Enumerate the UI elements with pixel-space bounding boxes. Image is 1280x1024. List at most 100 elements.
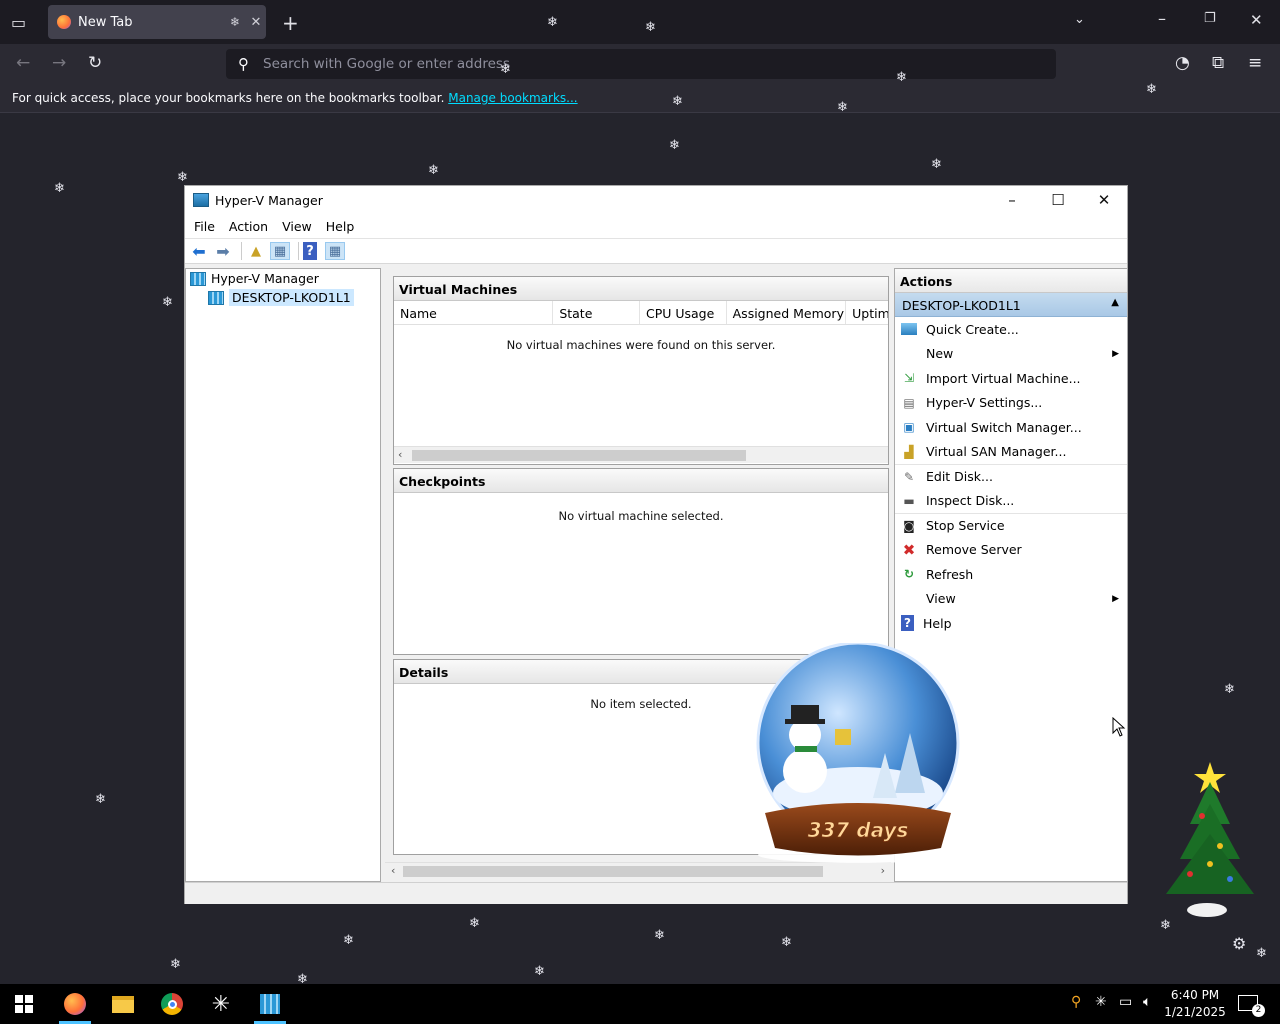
column-cpu-usage[interactable]: CPU Usage bbox=[640, 301, 727, 324]
action-import-vm[interactable]: ⇲ Import Virtual Machine... bbox=[895, 366, 1127, 391]
san-manager-icon: ▟ bbox=[904, 444, 914, 459]
chrome-icon bbox=[161, 993, 183, 1015]
taskbar-snow-app[interactable]: ✳ bbox=[201, 988, 241, 1020]
firefox-icon bbox=[64, 993, 86, 1015]
show-hide-tree-icon[interactable]: ▦ bbox=[270, 242, 290, 260]
bookmarks-toolbar: For quick access, place your bookmarks h… bbox=[0, 84, 1280, 113]
taskbar-chrome[interactable] bbox=[152, 988, 192, 1020]
restore-browser-icon[interactable]: ❐ bbox=[1204, 11, 1216, 26]
action-view[interactable]: View ▶ bbox=[895, 587, 1127, 612]
taskbar-hyperv-manager[interactable] bbox=[250, 988, 290, 1024]
snowflake-icon: ❄ bbox=[781, 935, 792, 950]
tree-server-node[interactable]: DESKTOP-LKOD1L1 bbox=[208, 289, 354, 306]
address-placeholder: Search with Google or enter address bbox=[263, 56, 510, 72]
close-window-icon[interactable]: ✕ bbox=[1081, 191, 1127, 209]
actions-server-group[interactable]: DESKTOP-LKOD1L1 ▲ bbox=[895, 293, 1127, 317]
checkpoints-pane: Checkpoints No virtual machine selected. bbox=[393, 468, 889, 655]
reload-icon[interactable]: ↻ bbox=[88, 53, 102, 73]
firefox-view-icon[interactable]: ▭ bbox=[11, 13, 26, 32]
menu-file[interactable]: File bbox=[187, 219, 222, 234]
forward-arrow-icon[interactable]: ➡ bbox=[213, 242, 233, 261]
toolbar: ⬅ ➡ ▲ ▦ ? ▦ bbox=[185, 238, 1127, 264]
tree-server-label: DESKTOP-LKOD1L1 bbox=[229, 289, 354, 306]
column-assigned-memory[interactable]: Assigned Memory bbox=[727, 301, 847, 324]
action-remove-server[interactable]: ✖ Remove Server bbox=[895, 538, 1127, 563]
account-icon[interactable]: ◔ bbox=[1175, 53, 1190, 73]
minimize-browser-icon[interactable]: – bbox=[1158, 9, 1166, 28]
action-hyperv-settings[interactable]: ▤ Hyper-V Settings... bbox=[895, 391, 1127, 416]
menu-bar: File Action View Help bbox=[185, 214, 1127, 238]
server-icon bbox=[208, 290, 224, 305]
browser-tab[interactable]: New Tab ❄ ✕ bbox=[48, 5, 266, 39]
tab-title: New Tab bbox=[78, 14, 133, 30]
action-label: Hyper-V Settings... bbox=[926, 395, 1043, 411]
scroll-left-icon[interactable]: ‹ bbox=[398, 448, 402, 461]
close-browser-icon[interactable]: ✕ bbox=[1250, 11, 1263, 29]
snow-tray-icon[interactable]: ✳ bbox=[1095, 994, 1107, 1010]
menu-view[interactable]: View bbox=[275, 219, 319, 234]
scroll-left-icon[interactable]: ‹ bbox=[391, 864, 395, 877]
tree-root[interactable]: Hyper-V Manager bbox=[190, 271, 319, 286]
scrollbar-thumb[interactable] bbox=[403, 866, 823, 877]
menu-help[interactable]: Help bbox=[319, 219, 362, 234]
action-virtual-switch-manager[interactable]: ▣ Virtual Switch Manager... bbox=[895, 415, 1127, 440]
action-label: Help bbox=[923, 615, 952, 631]
volume-icon[interactable]: 🔈︎ bbox=[1143, 994, 1151, 1010]
gear-icon[interactable]: ⚙ bbox=[1232, 934, 1246, 953]
up-folder-icon[interactable]: ▲ bbox=[246, 242, 266, 260]
snowflake-icon: ❄ bbox=[177, 170, 188, 185]
action-stop-service[interactable]: ◙ Stop Service bbox=[895, 513, 1127, 538]
show-hide-action-pane-icon[interactable]: ▦ bbox=[325, 242, 345, 260]
taskbar-firefox[interactable] bbox=[55, 988, 95, 1024]
action-new[interactable]: New ▶ bbox=[895, 342, 1127, 367]
snowflake-icon: ❄ bbox=[469, 916, 480, 931]
hyperv-app-icon bbox=[193, 193, 209, 207]
notifications-button[interactable]: 2 bbox=[1238, 995, 1265, 1017]
action-virtual-san-manager[interactable]: ▟ Virtual SAN Manager... bbox=[895, 440, 1127, 465]
extensions-icon[interactable]: ⧉ bbox=[1212, 53, 1224, 73]
column-uptime[interactable]: Uptim bbox=[846, 301, 888, 324]
action-inspect-disk[interactable]: ▬ Inspect Disk... bbox=[895, 489, 1127, 514]
mouse-cursor-icon bbox=[1112, 717, 1126, 737]
start-button[interactable] bbox=[4, 988, 44, 1020]
scrollbar-thumb[interactable] bbox=[412, 450, 746, 461]
action-label: Virtual Switch Manager... bbox=[926, 419, 1082, 435]
column-name[interactable]: Name bbox=[394, 301, 554, 324]
status-bar bbox=[185, 882, 1127, 904]
action-label: Virtual SAN Manager... bbox=[926, 444, 1067, 460]
snowglobe-widget[interactable]: 337 days bbox=[755, 643, 961, 865]
taskbar-file-explorer[interactable] bbox=[103, 988, 143, 1020]
action-edit-disk[interactable]: ✎ Edit Disk... bbox=[895, 464, 1127, 489]
network-icon[interactable]: ▭ bbox=[1119, 994, 1132, 1010]
snowflake-icon: ❄ bbox=[95, 792, 106, 807]
collapse-icon[interactable]: ▲ bbox=[1111, 297, 1119, 308]
notification-badge: 2 bbox=[1252, 1004, 1265, 1017]
maximize-window-icon[interactable]: ☐ bbox=[1035, 191, 1081, 209]
forward-icon[interactable]: → bbox=[52, 53, 66, 73]
manage-bookmarks-link[interactable]: Manage bookmarks... bbox=[448, 91, 577, 105]
snowflake-icon: ❄ bbox=[229, 15, 240, 29]
minimize-window-icon[interactable]: – bbox=[989, 191, 1035, 209]
search-tray-icon[interactable]: ⚲ bbox=[1071, 994, 1081, 1010]
column-state[interactable]: State bbox=[553, 301, 640, 324]
system-clock[interactable]: 6:40 PM 1/21/2025 bbox=[1164, 987, 1226, 1021]
edit-disk-icon: ✎ bbox=[903, 469, 915, 484]
action-quick-create[interactable]: Quick Create... bbox=[895, 317, 1127, 342]
address-bar[interactable]: ⚲ Search with Google or enter address bbox=[226, 49, 1056, 79]
back-icon[interactable]: ← bbox=[16, 53, 30, 73]
action-refresh[interactable]: ↻ Refresh bbox=[895, 562, 1127, 587]
toolbar-separator bbox=[298, 242, 299, 260]
action-help[interactable]: ? Help bbox=[895, 611, 1127, 636]
new-tab-icon[interactable]: + bbox=[282, 11, 299, 35]
menu-action[interactable]: Action bbox=[222, 219, 275, 234]
back-arrow-icon[interactable]: ⬅ bbox=[189, 242, 209, 261]
vm-horizontal-scrollbar[interactable]: ‹ bbox=[394, 446, 888, 463]
help-toolbar-icon[interactable]: ? bbox=[303, 242, 317, 260]
list-tabs-icon[interactable]: ⌄ bbox=[1074, 12, 1085, 27]
scroll-right-icon[interactable]: › bbox=[881, 864, 885, 877]
submenu-arrow-icon: ▶ bbox=[1112, 593, 1119, 604]
navigation-tree: Hyper-V Manager DESKTOP-LKOD1L1 bbox=[185, 268, 381, 882]
menu-icon[interactable]: ≡ bbox=[1248, 53, 1262, 73]
close-tab-icon[interactable]: ✕ bbox=[246, 15, 266, 30]
import-vm-icon: ⇲ bbox=[903, 371, 915, 386]
